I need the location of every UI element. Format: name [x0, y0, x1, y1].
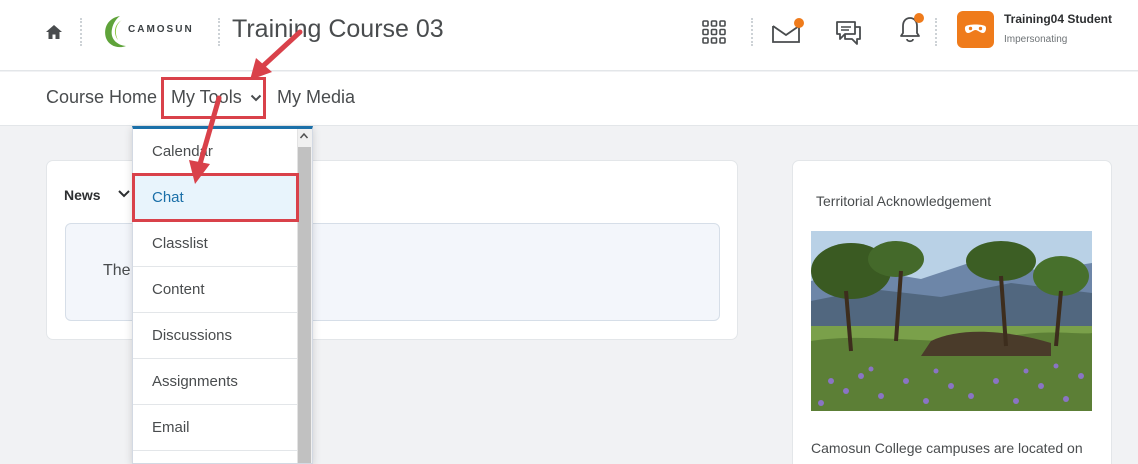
bell-icon[interactable] [893, 12, 927, 46]
home-icon[interactable] [44, 22, 64, 42]
scroll-up-icon[interactable] [299, 131, 309, 141]
avatar[interactable] [957, 11, 994, 48]
menu-item-assignments[interactable]: Assignments [133, 359, 299, 405]
landscape-image [811, 231, 1092, 411]
scrollbar-thumb[interactable] [298, 147, 311, 463]
news-title[interactable]: News [64, 187, 101, 203]
header-divider [80, 18, 82, 46]
highlight-my-tools [161, 77, 266, 119]
course-title[interactable]: Training Course 03 [232, 15, 444, 44]
mail-icon[interactable] [771, 16, 805, 46]
nav-my-media[interactable]: My Media [277, 87, 355, 108]
chat-bubble-icon[interactable] [833, 18, 863, 48]
acknowledgement-widget: Territorial Acknowledgement Camosun Coll… [792, 160, 1112, 464]
acknowledgement-text: Camosun College campuses are located on [811, 440, 1083, 456]
waffle-icon[interactable] [702, 20, 726, 44]
menu-item-calendar[interactable]: Calendar [133, 129, 299, 175]
news-message: The [103, 262, 131, 279]
meadow-landscape-image [811, 231, 1092, 411]
menu-item-email[interactable]: Email [133, 405, 299, 451]
top-header: CAMOSUN Training Course 03 Training04 St… [0, 0, 1138, 71]
menu-item-content[interactable]: Content [133, 267, 299, 313]
camosun-logo[interactable]: CAMOSUN [100, 12, 218, 52]
dropdown-scrollbar[interactable] [297, 129, 312, 463]
menu-item-classlist[interactable]: Classlist [133, 221, 299, 267]
header-divider [935, 18, 937, 46]
impersonating-label: Impersonating [1004, 34, 1068, 45]
highlight-chat [132, 173, 299, 222]
mask-icon [964, 24, 987, 33]
brand-label: CAMOSUN [128, 24, 194, 35]
nav-course-home[interactable]: Course Home [46, 87, 157, 108]
user-name[interactable]: Training04 Student [1004, 12, 1112, 26]
menu-item-discussions[interactable]: Discussions [133, 313, 299, 359]
header-divider [218, 18, 220, 46]
acknowledgement-title: Territorial Acknowledgement [816, 193, 992, 209]
chevron-down-icon[interactable] [117, 188, 131, 200]
header-divider [751, 18, 753, 46]
